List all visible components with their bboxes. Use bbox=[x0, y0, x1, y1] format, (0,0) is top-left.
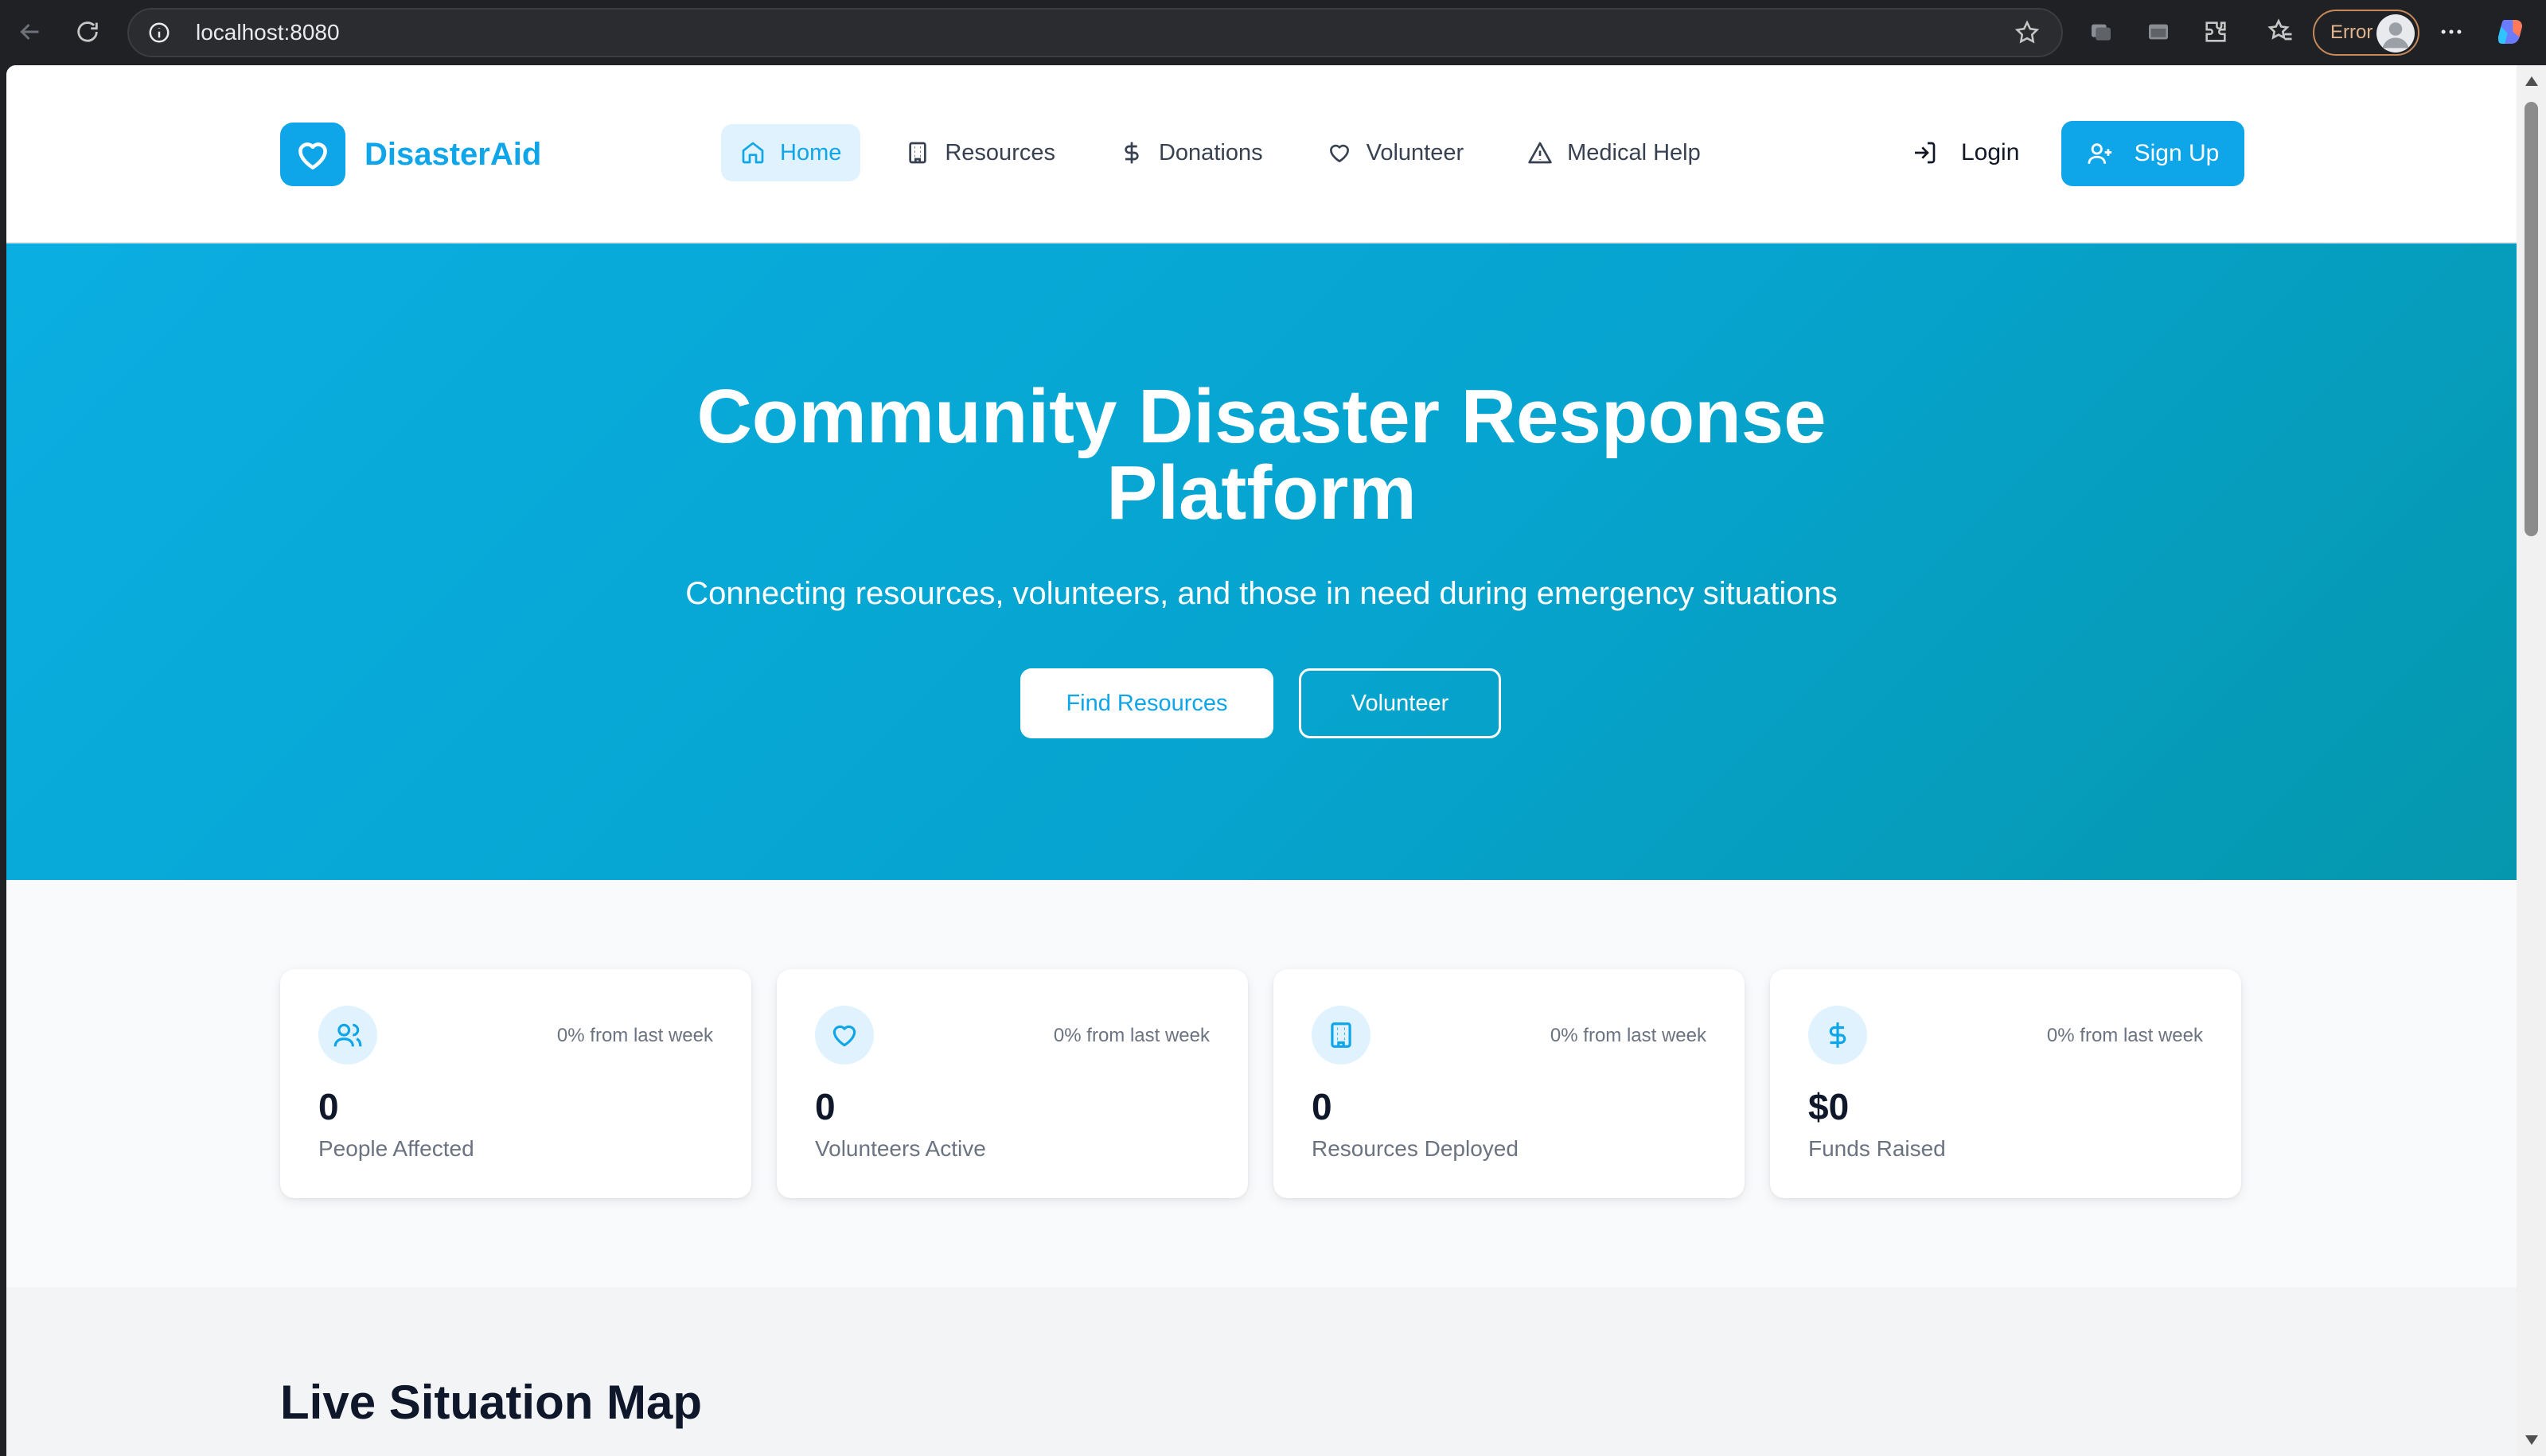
heart-icon bbox=[1329, 144, 1349, 162]
heart-icon bbox=[815, 1006, 874, 1065]
signup-button[interactable]: Sign Up bbox=[2061, 121, 2244, 186]
reload-button[interactable] bbox=[70, 14, 105, 49]
nav-item-medical-help[interactable]: Medical Help bbox=[1508, 124, 1720, 181]
nav-item-volunteer[interactable]: Volunteer bbox=[1308, 124, 1484, 181]
nav-item-donations[interactable]: Donations bbox=[1100, 124, 1282, 181]
section-title: Live Situation Map bbox=[280, 1376, 703, 1429]
building-icon bbox=[909, 142, 927, 164]
bookmark-star-icon[interactable] bbox=[2014, 19, 2042, 48]
stat-label: Volunteers Active bbox=[815, 1136, 986, 1161]
stat-label: People Affected bbox=[318, 1136, 474, 1161]
stat-delta: 0% from last week bbox=[2046, 1025, 2203, 1046]
find-resources-button[interactable]: Find Resources bbox=[1020, 668, 1273, 738]
stat-value: 0 bbox=[318, 1086, 339, 1127]
hero-subtitle: Connecting resources, volunteers, and th… bbox=[685, 576, 1838, 611]
dollar-icon bbox=[1808, 1006, 1867, 1065]
home-icon bbox=[742, 142, 764, 164]
login-label: Login bbox=[1961, 139, 2020, 165]
tab-groups-icon[interactable] bbox=[2085, 16, 2117, 48]
hero-title-line2: Platform bbox=[1106, 450, 1417, 535]
favorites-icon[interactable] bbox=[2265, 16, 2297, 48]
more-menu-icon[interactable] bbox=[2435, 16, 2467, 48]
heart-logo-icon bbox=[280, 123, 345, 186]
site-info-icon[interactable] bbox=[145, 18, 174, 47]
profile-error-button[interactable]: Error bbox=[2313, 10, 2419, 56]
avatar bbox=[2376, 14, 2415, 53]
stat-delta: 0% from last week bbox=[1053, 1025, 1210, 1046]
split-screen-icon[interactable] bbox=[2142, 16, 2174, 48]
page-scrollbar[interactable] bbox=[2517, 65, 2546, 1456]
nav-item-resources[interactable]: Resources bbox=[886, 124, 1074, 181]
login-icon bbox=[1915, 142, 1936, 164]
stat-card-people-affected: 0% from last week 0 People Affected bbox=[280, 969, 751, 1198]
live-map-section: Live Situation Map bbox=[6, 1287, 2517, 1456]
page-viewport: DisasterAid Home Resources Donations Vol… bbox=[6, 65, 2517, 1456]
browser-toolbar: localhost:8080 Error bbox=[0, 0, 2546, 65]
copilot-icon[interactable] bbox=[2494, 16, 2526, 48]
stat-value: 0 bbox=[815, 1086, 836, 1127]
stat-card-resources-deployed: 0% from last week 0 Resources Deployed bbox=[1273, 969, 1745, 1198]
nav-item-home[interactable]: Home bbox=[721, 124, 861, 181]
stat-delta: 0% from last week bbox=[556, 1025, 713, 1046]
stat-label: Funds Raised bbox=[1808, 1136, 1946, 1161]
url-text: localhost:8080 bbox=[196, 20, 340, 45]
profile-status-text: Error bbox=[2330, 21, 2373, 43]
building-icon bbox=[1312, 1006, 1370, 1065]
nav-label-resources: Resources bbox=[945, 139, 1055, 165]
users-icon bbox=[318, 1006, 377, 1065]
nav-label-medical-help: Medical Help bbox=[1567, 139, 1701, 165]
stat-card-funds-raised: 0% from last week $0 Funds Raised bbox=[1770, 969, 2241, 1198]
back-button[interactable] bbox=[13, 14, 48, 49]
scroll-up-icon[interactable] bbox=[2525, 76, 2538, 86]
main-nav: Home Resources Donations Volunteer Medic… bbox=[721, 124, 1745, 181]
stat-delta: 0% from last week bbox=[1550, 1025, 1706, 1046]
stat-value: 0 bbox=[1312, 1086, 1332, 1127]
nav-label-volunteer: Volunteer bbox=[1366, 139, 1464, 165]
stat-value: $0 bbox=[1808, 1086, 1850, 1127]
nav-label-home: Home bbox=[780, 139, 842, 165]
user-plus-icon bbox=[2088, 143, 2111, 164]
hero-title-line1: Community Disaster Response bbox=[696, 374, 1827, 459]
brand-logo[interactable]: DisasterAid bbox=[280, 123, 541, 186]
hero-title: Community Disaster Response Platform bbox=[6, 379, 2517, 531]
signup-label: Sign Up bbox=[2134, 140, 2220, 166]
brand-name: DisasterAid bbox=[365, 136, 542, 172]
login-button[interactable]: Login bbox=[1912, 127, 2019, 178]
stat-label: Resources Deployed bbox=[1312, 1136, 1519, 1161]
scrollbar-thumb[interactable] bbox=[2525, 102, 2538, 536]
stats-row: 0% from last week 0 People Affected 0% f… bbox=[280, 969, 2267, 1198]
site-header: DisasterAid Home Resources Donations Vol… bbox=[6, 65, 2517, 243]
nav-label-donations: Donations bbox=[1158, 139, 1263, 165]
volunteer-button[interactable]: Volunteer bbox=[1299, 668, 1501, 738]
alert-triangle-icon bbox=[1528, 142, 1552, 164]
stat-card-volunteers-active: 0% from last week 0 Volunteers Active bbox=[777, 969, 1248, 1198]
hero-section: Community Disaster Response Platform Con… bbox=[6, 243, 2517, 880]
address-bar[interactable]: localhost:8080 bbox=[127, 8, 2063, 57]
dollar-icon bbox=[1125, 142, 1139, 164]
extensions-icon[interactable] bbox=[2200, 16, 2232, 48]
scroll-down-icon[interactable] bbox=[2525, 1435, 2538, 1445]
